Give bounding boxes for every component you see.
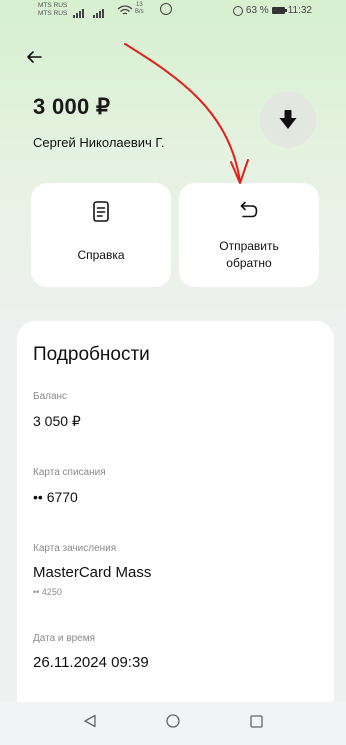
datetime-value: 26.11.2024 09:39 (33, 654, 149, 671)
carrier-1: MTS RUS (38, 2, 68, 9)
status-bar: MTS RUS MTS RUS 13 B/s 63 % 11:32 (0, 0, 346, 34)
certificate-button[interactable]: Справка (31, 183, 171, 287)
transfer-details-screen: MTS RUS MTS RUS 13 B/s 63 % 11:32 3 000 … (0, 0, 346, 721)
document-icon (93, 201, 109, 222)
triangle-back-icon (84, 714, 96, 728)
balance-label: Баланс (33, 391, 68, 402)
carrier-names: MTS RUS MTS RUS (38, 2, 67, 18)
send-back-line-2: обратно (226, 256, 272, 270)
back-arrow-icon (27, 51, 42, 63)
balance-value: 3 050 ₽ (33, 413, 81, 429)
nav-back-button[interactable] (83, 714, 97, 733)
signal-2-icon (93, 8, 104, 18)
alarm-icon (232, 5, 243, 16)
send-back-label: Отправить обратно (179, 238, 319, 272)
clock: 11:32 (287, 5, 312, 16)
datetime-label: Дата и время (33, 633, 96, 644)
back-button[interactable] (26, 48, 42, 68)
credit-card-label: Карта зачисления (33, 543, 117, 554)
signal-1-icon (73, 8, 84, 18)
net-speed: 13 B/s (135, 2, 144, 15)
battery-icon (271, 7, 287, 14)
battery-percent: 63 % (245, 5, 269, 16)
nav-recents-button[interactable] (250, 714, 263, 733)
transfer-amount: 3 000 ₽ (33, 94, 111, 119)
wifi-icon (117, 5, 133, 15)
download-button[interactable] (260, 92, 316, 148)
send-back-line-1: Отправить (219, 239, 279, 253)
details-title: Подробности (33, 344, 150, 365)
recipient-name: Сергей Николаевич Г. (33, 135, 165, 150)
circle-home-icon (166, 714, 181, 728)
square-recents-icon (250, 714, 263, 728)
debit-card-label: Карта списания (33, 467, 106, 478)
details-card: Подробности Баланс 3 050 ₽ Карта списани… (17, 321, 334, 721)
download-arrow-icon (279, 110, 297, 129)
debit-card-value: •• 6770 (33, 489, 78, 505)
system-nav-bar (0, 702, 346, 745)
nav-home-button[interactable] (166, 714, 181, 733)
return-arrow-icon (240, 201, 258, 218)
certificate-label: Справка (77, 248, 125, 262)
send-back-button[interactable]: Отправить обратно (179, 183, 319, 287)
carrier-2: MTS RUS (38, 10, 68, 17)
credit-card-value: MasterCard Mass (33, 564, 152, 581)
whatsapp-icon (160, 3, 172, 15)
credit-card-number: •• 4250 (33, 587, 62, 597)
status-right: 63 % 11:32 (232, 5, 312, 16)
